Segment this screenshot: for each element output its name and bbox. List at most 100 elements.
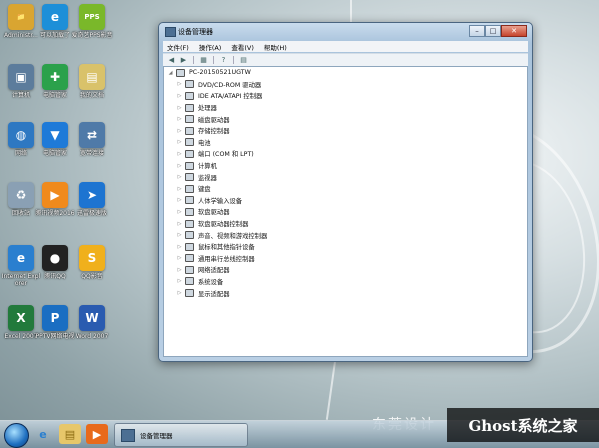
expand-arrow-icon[interactable]: ▷ <box>176 151 183 157</box>
properties-icon[interactable]: ▦ <box>199 56 208 64</box>
desktop-icon-label: 腾讯视频2016 <box>35 210 75 217</box>
desktop-icon[interactable]: ➤ 迅雷极速版 <box>71 180 113 232</box>
ie-taskbar-icon[interactable]: e <box>32 424 54 444</box>
help-icon[interactable]: ? <box>219 56 228 64</box>
back-icon[interactable]: ◀ <box>167 56 176 64</box>
tree-item[interactable]: ▷ 网络适配器 <box>164 264 527 276</box>
expand-arrow-icon[interactable]: ▷ <box>176 116 183 122</box>
tree-item[interactable]: ▷ 存储控制器 <box>164 125 527 137</box>
menu-action[interactable]: 操作(A) <box>199 42 222 52</box>
device-category-icon <box>185 80 194 89</box>
desktop-icon[interactable]: ▼ 电脑管家 <box>34 120 76 172</box>
expand-arrow-icon[interactable]: ▷ <box>176 93 183 99</box>
tree-item[interactable]: ▷ 电池 <box>164 137 527 149</box>
tree-item[interactable]: ▷ 磁盘驱动器 <box>164 113 527 125</box>
tree-item-label: 人体学输入设备 <box>198 197 243 205</box>
desktop-icon[interactable]: S QQ影音 <box>71 243 113 295</box>
close-button[interactable]: ✕ <box>501 25 527 37</box>
tree-item-label: 软盘驱动器 <box>198 209 230 217</box>
task-device-manager[interactable]: 设备管理器 <box>114 423 248 447</box>
expand-arrow-icon[interactable]: ▷ <box>176 163 183 169</box>
tree-item[interactable]: ▷ 键盘 <box>164 183 527 195</box>
device-category-icon <box>185 103 194 112</box>
tree-item-label: 监视器 <box>198 174 217 182</box>
tree-item-label: 显示适配器 <box>198 290 230 298</box>
network-icon: ◍ <box>8 122 34 148</box>
menu-help[interactable]: 帮助(H) <box>264 42 287 52</box>
device-category-icon <box>185 173 194 182</box>
tree-item[interactable]: ▷ DVD/CD-ROM 驱动器 <box>164 79 527 91</box>
title-bar[interactable]: 设备管理器 – □ ✕ <box>159 23 532 39</box>
minimize-button[interactable]: – <box>469 25 485 37</box>
expand-arrow-icon[interactable]: ▷ <box>176 244 183 250</box>
desktop-icon[interactable]: P PPTV网络电视 <box>34 303 76 355</box>
tree-item[interactable]: ▷ 监视器 <box>164 171 527 183</box>
tree-item[interactable]: ▷ IDE ATA/ATAPI 控制器 <box>164 90 527 102</box>
expand-arrow-icon[interactable]: ▷ <box>176 174 183 180</box>
expand-arrow-icon[interactable]: ▷ <box>176 221 183 227</box>
menu-file[interactable]: 文件(F) <box>167 42 189 52</box>
desktop-icon[interactable]: W Word 2007 <box>71 303 113 355</box>
tree-item[interactable]: ▷ 鼠标和其他指针设备 <box>164 241 527 253</box>
computer-icon: ▣ <box>8 64 34 90</box>
expand-arrow-icon[interactable]: ▷ <box>176 186 183 192</box>
desktop-icon[interactable]: ▤ 我的文档 <box>71 62 113 114</box>
tree-item[interactable]: ▷ 软盘驱动器 <box>164 206 527 218</box>
desktop-icon[interactable]: ✚ 电脑管家 <box>34 62 76 114</box>
tree-item[interactable]: ▷ 计算机 <box>164 160 527 172</box>
tree-item-label: 电池 <box>198 139 211 147</box>
tree-item[interactable]: ▷ 软盘驱动器控制器 <box>164 218 527 230</box>
device-category-icon <box>185 138 194 147</box>
device-manager-icon <box>165 27 176 37</box>
explorer-taskbar-icon[interactable]: ▤ <box>59 424 81 444</box>
expand-arrow-icon[interactable]: ▷ <box>176 139 183 145</box>
expand-arrow-icon[interactable]: ▷ <box>176 105 183 111</box>
expand-arrow-icon[interactable]: ▷ <box>176 128 183 134</box>
media-player-taskbar-icon[interactable]: ▶ <box>86 424 108 444</box>
device-manager-window[interactable]: 设备管理器 – □ ✕ 文件(F) 操作(A) 查看(V) 帮助(H) ◀ ▶ … <box>158 22 533 362</box>
shield-icon: ✚ <box>42 64 68 90</box>
forward-icon[interactable]: ▶ <box>179 56 188 64</box>
root-label: PC-20150521UGTW <box>189 69 251 77</box>
device-category-icon <box>185 184 194 193</box>
desktop-icon-label: QQ影音 <box>81 273 103 280</box>
desktop-icon[interactable]: PPS 爱奇艺PPS影音 <box>71 2 113 54</box>
security-icon: ▼ <box>42 122 68 148</box>
tree-item-label: 声音、视频和游戏控制器 <box>198 232 268 240</box>
wallpaper-line <box>325 360 337 420</box>
maximize-button[interactable]: □ <box>485 25 501 37</box>
expand-arrow-icon[interactable]: ▷ <box>176 255 183 261</box>
expand-arrow-icon[interactable]: ▷ <box>176 209 183 215</box>
tree-root[interactable]: ◢ PC-20150521UGTW <box>164 67 527 79</box>
desktop-icon-label: 可以加载了 <box>39 32 70 39</box>
tree-item[interactable]: ▷ 声音、视频和游戏控制器 <box>164 229 527 241</box>
pps-icon: PPS <box>79 4 105 30</box>
tree-item[interactable]: ▷ 人体学输入设备 <box>164 195 527 207</box>
desktop-icon[interactable]: ● 腾讯QQ <box>34 243 76 295</box>
expand-arrow-icon[interactable]: ▷ <box>176 267 183 273</box>
expand-arrow-icon[interactable]: ▷ <box>176 232 183 238</box>
expand-arrow-icon[interactable]: ▷ <box>176 81 183 87</box>
menu-view[interactable]: 查看(V) <box>231 42 254 52</box>
device-category-icon <box>185 126 194 135</box>
tree-item[interactable]: ▷ 通用串行总线控制器 <box>164 253 527 265</box>
ie-icon: e <box>8 245 34 271</box>
expand-arrow-icon[interactable]: ▷ <box>176 197 183 203</box>
expand-arrow-icon[interactable]: ▷ <box>176 278 183 284</box>
expand-arrow-icon[interactable]: ▷ <box>176 290 183 296</box>
collapse-arrow-icon[interactable]: ◢ <box>167 70 174 76</box>
toolbar-divider <box>233 56 234 64</box>
tree-item[interactable]: ▷ 显示适配器 <box>164 287 527 299</box>
tree-item[interactable]: ▷ 端口 (COM 和 LPT) <box>164 148 527 160</box>
desktop-icon[interactable]: ⇄ 宽带连接 <box>71 120 113 172</box>
desktop-icon[interactable]: ▶ 腾讯视频2016 <box>34 180 76 232</box>
device-tree[interactable]: ◢ PC-20150521UGTW ▷ DVD/CD-ROM 驱动器 ▷ IDE AT… <box>163 66 528 357</box>
desktop-icon[interactable]: e 可以加载了 <box>34 2 76 54</box>
desktop-icon-label: 电脑管家 <box>42 92 67 99</box>
device-category-icon <box>185 196 194 205</box>
scan-hardware-icon[interactable]: ▤ <box>239 56 248 64</box>
tree-item[interactable]: ▷ 处理器 <box>164 102 527 114</box>
tree-item-label: 通用串行总线控制器 <box>198 255 255 263</box>
start-button[interactable] <box>4 423 29 448</box>
tree-item[interactable]: ▷ 系统设备 <box>164 276 527 288</box>
